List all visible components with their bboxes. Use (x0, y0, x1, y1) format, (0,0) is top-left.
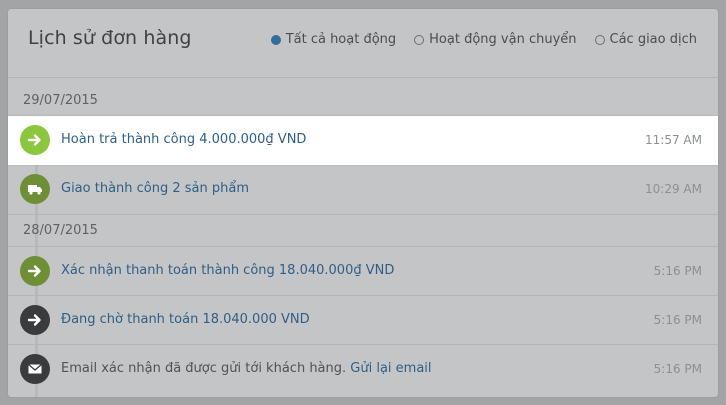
radio-selected-icon (270, 34, 281, 45)
card-header: Lịch sử đơn hàng Tất cả hoạt động Hoạt đ… (8, 9, 718, 78)
filter-transactions[interactable]: Các giao dịch (594, 32, 698, 47)
date-label: 28/07/2015 (23, 223, 98, 238)
radio-icon (594, 34, 605, 45)
order-history-card: Lịch sử đơn hàng Tất cả hoạt động Hoạt đ… (8, 9, 718, 397)
timeline-item-refund[interactable]: Hoàn trả thành công 4.000.000₫ VND 11:57… (8, 116, 718, 165)
filter-all-activity[interactable]: Tất cả hoạt động (270, 32, 397, 47)
date-label: 29/07/2015 (23, 93, 98, 108)
timeline-item-email-sent[interactable]: Email xác nhận đã được gửi tới khách hàn… (8, 344, 718, 393)
arrow-right-icon (20, 256, 50, 286)
arrow-right-icon (20, 305, 50, 335)
timeline-item-payment-confirmed[interactable]: Xác nhận thanh toán thành công 18.040.00… (8, 246, 718, 295)
timeline-item-text: Xác nhận thanh toán thành công 18.040.00… (61, 263, 395, 278)
activity-filter-group: Tất cả hoạt động Hoạt động vận chuyển Cá… (270, 32, 698, 47)
filter-shipping-activity[interactable]: Hoạt động vận chuyển (414, 32, 577, 47)
resend-email-link[interactable]: Gửi lại email (350, 361, 431, 376)
date-separator (8, 214, 718, 246)
timeline-item-delivered[interactable]: Giao thành công 2 sản phẩm 10:29 AM (8, 165, 718, 214)
truck-icon (20, 174, 50, 204)
timeline-item-text: Giao thành công 2 sản phẩm (61, 181, 250, 196)
arrow-right-icon (20, 125, 50, 155)
timeline-item-text: Đang chờ thanh toán 18.040.000 VND (61, 312, 310, 327)
filter-label: Hoạt động vận chuyển (429, 32, 577, 47)
timeline-item-time: 11:57 AM (645, 133, 702, 147)
timeline-item-text: Hoàn trả thành công 4.000.000₫ VND (61, 132, 307, 147)
timeline-item-time: 5:16 PM (653, 313, 702, 327)
timeline-item-payment-pending[interactable]: Đang chờ thanh toán 18.040.000 VND 5:16 … (8, 295, 718, 344)
email-sent-text: Email xác nhận đã được gửi tới khách hàn… (61, 361, 347, 376)
page-title: Lịch sử đơn hàng (28, 27, 192, 49)
radio-icon (414, 34, 425, 45)
timeline-item-time: 5:16 PM (653, 362, 702, 376)
envelope-icon (20, 354, 50, 384)
timeline-item-time: 10:29 AM (645, 182, 702, 196)
timeline-item-time: 5:16 PM (653, 264, 702, 278)
filter-label: Các giao dịch (609, 32, 698, 47)
timeline-item-text: Email xác nhận đã được gửi tới khách hàn… (61, 361, 432, 376)
filter-label: Tất cả hoạt động (285, 32, 397, 47)
